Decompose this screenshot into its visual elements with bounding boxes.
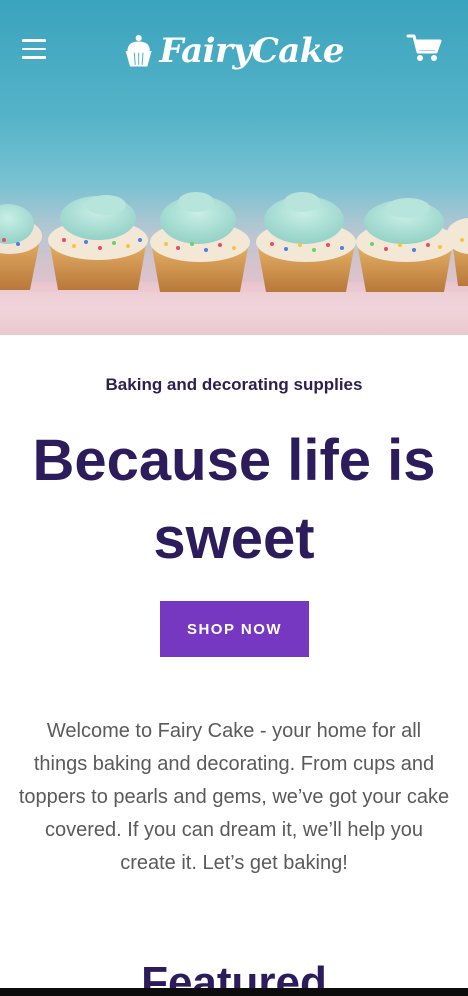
shop-now-button[interactable]: SHOP NOW	[160, 601, 309, 657]
shopping-cart-icon[interactable]	[406, 32, 442, 64]
cupcake-icon	[125, 35, 152, 67]
cupcake-2	[48, 195, 148, 290]
intro-text: Welcome to Fairy Cake - your home for al…	[18, 720, 450, 874]
cupcake-3	[150, 192, 250, 292]
bottom-edge	[0, 988, 468, 996]
logo-text: FairyCake	[159, 31, 344, 71]
hero-banner: FairyCake	[0, 0, 468, 335]
hero-eyebrow: Baking and decorating supplies	[105, 375, 363, 394]
hamburger-menu-icon[interactable]	[22, 34, 52, 64]
site-logo[interactable]: FairyCake	[124, 24, 344, 78]
cupcake-4	[256, 192, 356, 292]
hero-headline: Because life is sweet	[32, 428, 436, 571]
site-header: FairyCake	[0, 0, 468, 100]
cupcake-1	[0, 204, 42, 290]
